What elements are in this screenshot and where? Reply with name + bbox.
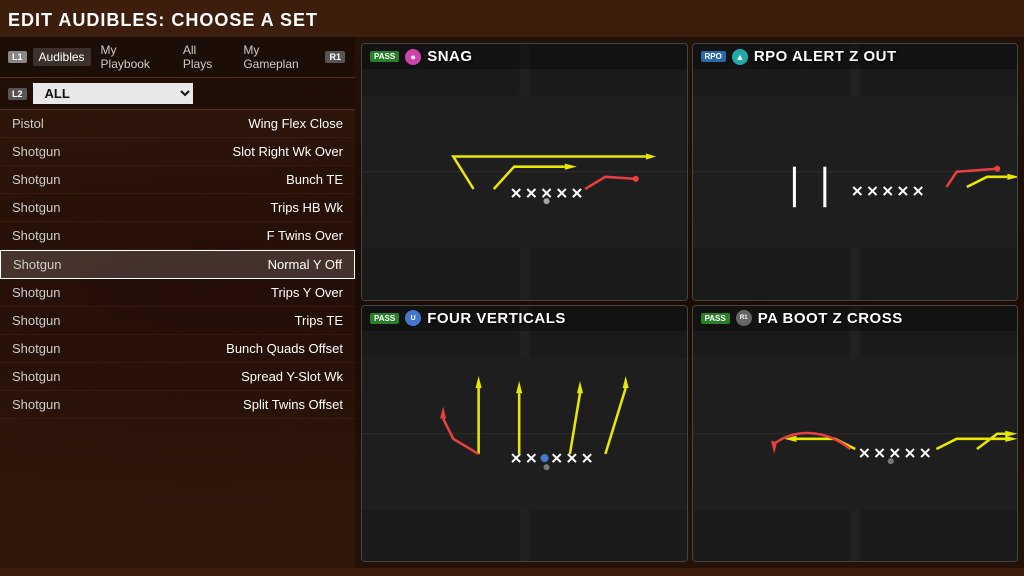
play-name: Trips HB Wk: [271, 200, 343, 215]
card-header-four-verticals: PASS U FOUR VERTICALS: [362, 306, 687, 331]
play-list-item[interactable]: Shotgun Bunch Quads Offset: [0, 335, 355, 363]
card-title-pa: PA BOOT Z CROSS: [758, 310, 903, 327]
play-name: Trips TE: [295, 313, 343, 328]
card-header-pa-boot: PASS R1 PA BOOT Z CROSS: [693, 306, 1018, 331]
card-type-four-v: PASS: [370, 313, 399, 324]
card-icon-four-v: U: [405, 310, 421, 326]
filter-row: L2 ALL: [0, 78, 355, 110]
play-list-item[interactable]: Shotgun F Twins Over: [0, 222, 355, 250]
play-list-item[interactable]: Shotgun Trips HB Wk: [0, 194, 355, 222]
play-list-item[interactable]: Shotgun Split Twins Offset: [0, 391, 355, 419]
card-header-snag: PASS ● SNAG: [362, 44, 687, 69]
card-type-snag: PASS: [370, 51, 399, 62]
play-card-pa-boot[interactable]: PASS R1 PA BOOT Z CROSS: [692, 305, 1019, 563]
play-name: F Twins Over: [267, 228, 343, 243]
card-type-rpo: RPO: [701, 51, 726, 62]
tab-my-playbook[interactable]: My Playbook: [95, 41, 173, 73]
tabs-bar: L1 Audibles My Playbook All Plays My Gam…: [0, 37, 355, 78]
play-name: Trips Y Over: [271, 285, 343, 300]
play-formation: Pistol: [12, 116, 44, 131]
play-formation: Shotgun: [12, 228, 60, 243]
tab-all-plays[interactable]: All Plays: [177, 41, 233, 73]
play-name: Split Twins Offset: [243, 397, 343, 412]
tab-audibles[interactable]: Audibles: [33, 48, 91, 66]
play-list-item[interactable]: Shotgun Trips Y Over: [0, 279, 355, 307]
play-card-four-verticals[interactable]: PASS U FOUR VERTICALS: [361, 305, 688, 563]
card-title-snag: SNAG: [427, 48, 472, 65]
main-layout: L1 Audibles My Playbook All Plays My Gam…: [0, 37, 1024, 568]
play-formation: Shotgun: [12, 172, 60, 187]
card-header-rpo: RPO ▲ RPO ALERT Z OUT: [693, 44, 1018, 69]
card-icon-rpo: ▲: [732, 49, 748, 65]
card-icon-pa: R1: [736, 310, 752, 326]
tab-badge-l1: L1: [8, 51, 27, 63]
filter-select[interactable]: ALL: [33, 83, 193, 104]
play-formation: Shotgun: [12, 369, 60, 384]
play-name: Slot Right Wk Over: [232, 144, 343, 159]
play-list-item[interactable]: Shotgun Trips TE: [0, 307, 355, 335]
play-formation: Shotgun: [12, 285, 60, 300]
play-card-snag[interactable]: PASS ● SNAG: [361, 43, 688, 301]
page-title: EDIT AUDIBLES: CHOOSE A SET: [0, 0, 1024, 37]
play-name: Spread Y-Slot Wk: [241, 369, 343, 384]
play-card-rpo[interactable]: RPO ▲ RPO ALERT Z OUT: [692, 43, 1019, 301]
play-formation: Shotgun: [12, 341, 60, 356]
play-list-item[interactable]: Shotgun Normal Y Off: [0, 250, 355, 279]
play-formation: Shotgun: [13, 257, 61, 272]
card-title-four-v: FOUR VERTICALS: [427, 310, 566, 327]
right-panel: PASS ● SNAG: [355, 37, 1024, 568]
tab-my-gameplan[interactable]: My Gameplan: [237, 41, 321, 73]
tab-badge-r1: R1: [325, 51, 345, 63]
play-formation: Shotgun: [12, 200, 60, 215]
play-list-item[interactable]: Shotgun Spread Y-Slot Wk: [0, 363, 355, 391]
play-name: Bunch Quads Offset: [226, 341, 343, 356]
play-formation: Shotgun: [12, 313, 60, 328]
card-type-pa: PASS: [701, 313, 730, 324]
card-title-rpo: RPO ALERT Z OUT: [754, 48, 897, 65]
play-formation: Shotgun: [12, 397, 60, 412]
play-list-item[interactable]: Pistol Wing Flex Close: [0, 110, 355, 138]
filter-badge: L2: [8, 88, 27, 100]
play-name: Bunch TE: [286, 172, 343, 187]
play-list-item[interactable]: Shotgun Bunch TE: [0, 166, 355, 194]
left-panel: L1 Audibles My Playbook All Plays My Gam…: [0, 37, 355, 568]
play-name: Wing Flex Close: [248, 116, 343, 131]
play-formation: Shotgun: [12, 144, 60, 159]
card-icon-snag: ●: [405, 49, 421, 65]
play-name: Normal Y Off: [268, 257, 342, 272]
play-list: Pistol Wing Flex Close Shotgun Slot Righ…: [0, 110, 355, 568]
play-list-item[interactable]: Shotgun Slot Right Wk Over: [0, 138, 355, 166]
